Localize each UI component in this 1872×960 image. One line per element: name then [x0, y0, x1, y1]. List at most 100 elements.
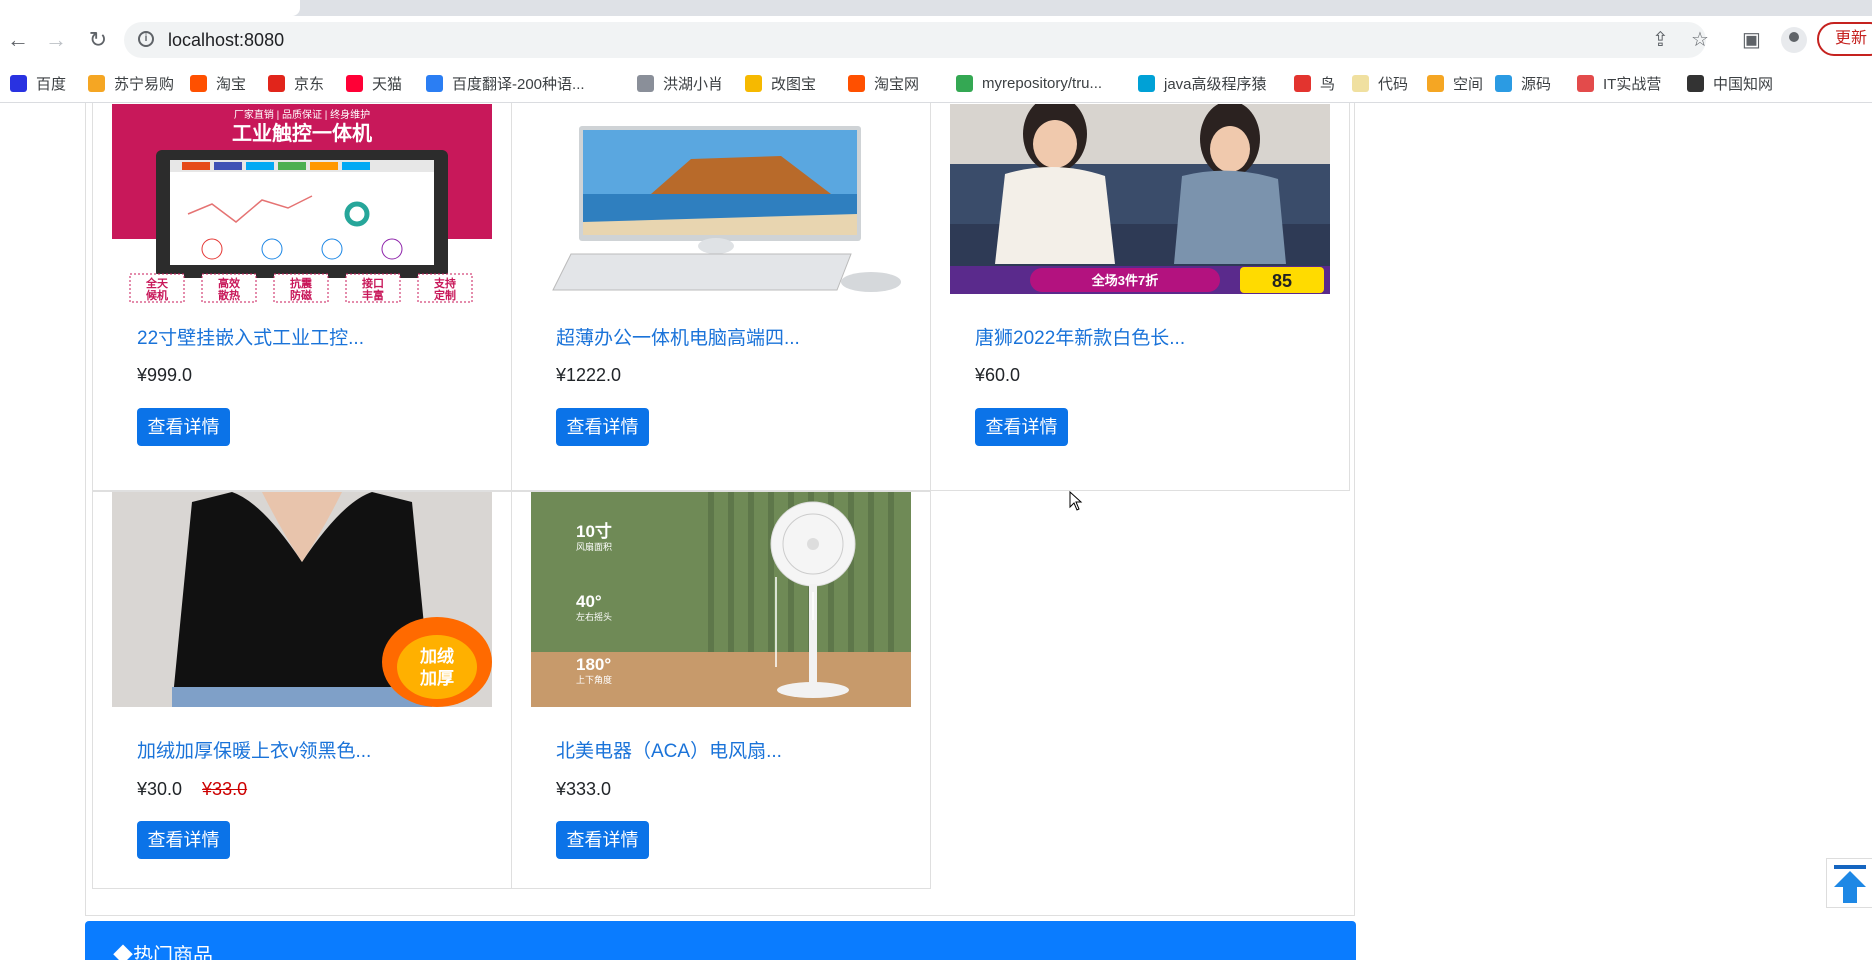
bookmark-label: 中国知网 [1713, 75, 1774, 93]
bookmark-label: 淘宝网 [874, 75, 920, 93]
address-bar[interactable]: i localhost:8080 [124, 22, 1706, 58]
mouse-cursor-icon [1069, 491, 1083, 511]
profile-avatar-icon[interactable] [1781, 27, 1807, 53]
view-details-button[interactable]: 查看详情 [975, 408, 1068, 446]
reload-icon[interactable]: ↻ [86, 28, 110, 52]
bookmark-label: 百度 [36, 75, 67, 93]
svg-text:高效: 高效 [218, 276, 241, 290]
product-image-black-top[interactable]: 加绒 加厚 [112, 492, 492, 707]
hot-products-title: ◆热门商品 [113, 945, 213, 960]
view-details-button[interactable]: 查看详情 [137, 821, 230, 859]
svg-text:40°: 40° [576, 592, 602, 611]
bookmark-item[interactable]: IT实战营 [1577, 73, 1661, 93]
baidu-icon [10, 74, 27, 92]
bookmark-star-icon[interactable]: ☆ [1691, 28, 1709, 52]
feather-icon [637, 74, 654, 92]
bilibili-icon [1138, 74, 1155, 92]
svg-text:丰富: 丰富 [362, 288, 384, 302]
page-content: 厂家直销 | 品质保证 | 终身维护 工业触控一体机 全天 候机 高效 散热 抗震 防磁 接… [0, 103, 1872, 960]
bird-icon [1294, 74, 1311, 92]
svg-text:85: 85 [1272, 271, 1292, 291]
svg-text:支持: 支持 [433, 276, 456, 290]
bookmark-item[interactable]: 天猫 [346, 73, 402, 93]
product-image-all-in-one-pc[interactable] [531, 104, 911, 304]
product-title-link[interactable]: 北美电器（ACA）电风扇... [556, 736, 782, 763]
it-camp-icon [1577, 74, 1594, 92]
bookmark-item[interactable]: 洪湖小肖 [637, 73, 723, 93]
svg-text:加绒: 加绒 [419, 646, 454, 666]
bookmark-label: 洪湖小肖 [663, 75, 724, 93]
arrow-up-icon [1834, 865, 1866, 903]
product-card: 超薄办公一体机电脑高端四... ¥1222.0 查看详情 [511, 103, 931, 491]
price-current: ¥60.0 [975, 365, 1021, 385]
taobao-net-icon [848, 74, 865, 92]
bookmark-label: 天猫 [372, 75, 403, 93]
product-title-link[interactable]: 超薄办公一体机电脑高端四... [556, 323, 800, 350]
back-to-top-button[interactable] [1826, 858, 1872, 908]
bookmark-item[interactable]: 代码 [1352, 73, 1408, 93]
bookmark-item[interactable]: 改图宝 [745, 73, 816, 93]
back-icon[interactable]: ← [6, 28, 30, 52]
product-card: 10寸 风扇面积 40° 左右摇头 180° 上下角度 北美电器（ACA）电风扇… [511, 491, 931, 889]
bookmark-item[interactable]: 苏宁易购 [88, 73, 174, 93]
bookmark-label: 代码 [1378, 75, 1409, 93]
chrome-icon [956, 74, 973, 92]
code-icon [1352, 74, 1369, 92]
svg-text:全天: 全天 [145, 276, 169, 290]
bookmark-item[interactable]: java高级程序猿 [1138, 73, 1267, 93]
product-title-link[interactable]: 唐狮2022年新款白色长... [975, 323, 1185, 350]
bookmark-item[interactable]: 淘宝网 [848, 73, 919, 93]
svg-text:风扇面积: 风扇面积 [576, 541, 612, 552]
bookmark-label: 淘宝 [216, 75, 247, 93]
svg-text:上下角度: 上下角度 [576, 674, 612, 685]
active-tab[interactable] [0, 0, 300, 16]
svg-text:全场3件7折: 全场3件7折 [1091, 273, 1158, 288]
svg-text:定制: 定制 [434, 288, 456, 302]
bookmark-label: java高级程序猿 [1164, 75, 1267, 93]
bookmark-item[interactable]: 源码 [1495, 73, 1551, 93]
bookmark-item[interactable]: 中国知网 [1687, 73, 1773, 93]
product-price: ¥1222.0 [556, 365, 621, 386]
svg-text:加厚: 加厚 [419, 669, 454, 688]
product-price: ¥60.0 [975, 365, 1020, 386]
side-panel-icon[interactable]: ▣ [1742, 28, 1761, 52]
bookmark-item[interactable]: 空间 [1427, 73, 1483, 93]
site-info-icon[interactable]: i [138, 31, 154, 47]
product-image-touch-panel[interactable]: 厂家直销 | 品质保证 | 终身维护 工业触控一体机 全天候机 高效散热 抗震防磁 接… [112, 104, 492, 304]
bookmark-label: 京东 [294, 75, 325, 93]
bookmark-item[interactable]: myrepository/tru... [956, 73, 1102, 93]
bookmark-item[interactable]: 鸟 [1294, 73, 1335, 93]
tab-strip [0, 0, 1872, 16]
product-title-link[interactable]: 加绒加厚保暖上衣v领黑色... [137, 736, 371, 763]
price-original: ¥33.0 [202, 779, 248, 799]
svg-text:散热: 散热 [218, 288, 240, 302]
bookmark-item[interactable]: 淘宝 [190, 73, 246, 93]
source-icon [1495, 74, 1512, 92]
svg-text:工业触控一体机: 工业触控一体机 [232, 121, 372, 145]
baidu-translate-icon [426, 74, 443, 92]
product-image-shirts[interactable]: 全场3件7折 85 [950, 104, 1330, 294]
product-price: ¥333.0 [556, 779, 611, 800]
price-current: ¥333.0 [556, 779, 612, 799]
bookmark-item[interactable]: 百度 [10, 73, 66, 93]
bookmarks-bar: 百度 苏宁易购 淘宝 京东 天猫 百度翻译-200种语... 洪湖小肖 改图宝 淘宝网 myrep… [0, 64, 1872, 103]
product-image-fan[interactable]: 10寸 风扇面积 40° 左右摇头 180° 上下角度 [531, 492, 911, 707]
product-price: ¥30.0 ¥33.0 [137, 779, 247, 800]
url-text[interactable]: localhost:8080 [168, 30, 284, 51]
svg-text:接口: 接口 [362, 276, 384, 290]
update-button[interactable]: 更新 [1817, 22, 1872, 56]
gaitubao-icon [745, 74, 762, 92]
bookmark-label: myrepository/tru... [982, 74, 1103, 92]
svg-text:防磁: 防磁 [290, 288, 312, 302]
product-card: 厂家直销 | 品质保证 | 终身维护 工业触控一体机 全天 候机 高效 散热 抗震 防磁 接… [92, 103, 512, 491]
bookmark-item[interactable]: 京东 [268, 73, 324, 93]
view-details-button[interactable]: 查看详情 [137, 408, 230, 446]
forward-icon[interactable]: → [44, 28, 68, 52]
share-icon[interactable]: ⇪ [1652, 28, 1669, 52]
bookmark-item[interactable]: 百度翻译-200种语... [426, 73, 585, 93]
view-details-button[interactable]: 查看详情 [556, 821, 649, 859]
view-details-button[interactable]: 查看详情 [556, 408, 649, 446]
bookmark-label: 改图宝 [771, 75, 817, 93]
product-title-link[interactable]: 22寸壁挂嵌入式工业工控... [137, 323, 364, 350]
price-current: ¥999.0 [137, 365, 193, 385]
